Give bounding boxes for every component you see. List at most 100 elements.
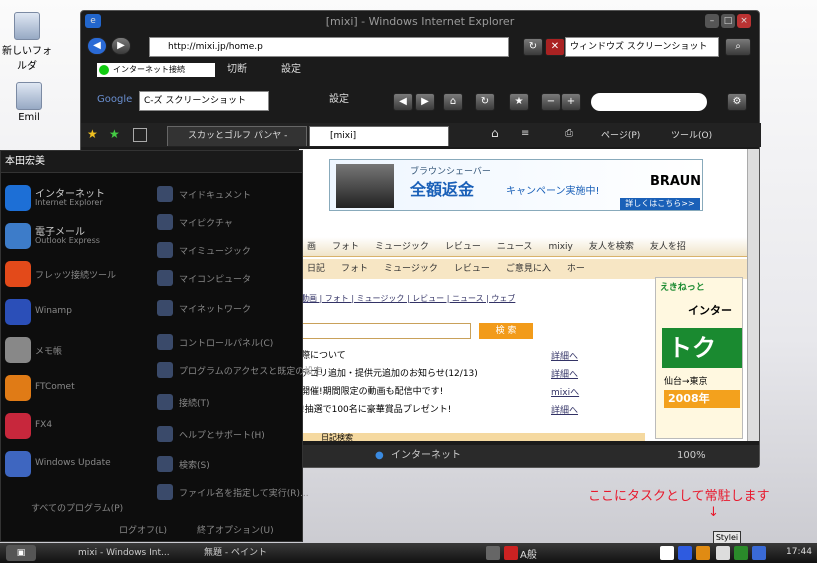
start-menu-item[interactable]: FTComet <box>5 371 153 405</box>
keyboard-icon[interactable] <box>486 546 500 560</box>
start-menu-place[interactable]: マイピクチャ <box>155 211 301 235</box>
favorites-star-icon[interactable]: ★ <box>87 127 98 141</box>
nav-item[interactable]: レビュー <box>437 237 489 257</box>
tray-icon[interactable] <box>696 546 710 560</box>
start-menu-place[interactable]: 接続(T) <box>155 391 301 415</box>
detail-link[interactable]: 詳細へ <box>551 367 578 380</box>
print-icon[interactable]: ⎙ <box>565 128 573 139</box>
nav-item[interactable]: 友人を検索 <box>581 237 642 257</box>
tray-icon[interactable] <box>734 546 748 560</box>
start-menu-place[interactable]: プログラムのアクセスと既定の設定 <box>155 359 322 383</box>
stop-button[interactable]: ✕ <box>545 38 565 56</box>
nav-item[interactable]: フォト <box>324 237 367 257</box>
braun-banner[interactable]: ブラウンシェーバー 全額返金 キャンペーン実施中! BRAUN 詳しくはこちら>… <box>329 159 703 211</box>
ekinet-ad[interactable]: えきねっと インター トク 仙台→東京 2008年 <box>655 277 743 439</box>
tab-golf[interactable]: スカッとゴルフ パンヤ - ハ... <box>167 126 307 160</box>
address-bar[interactable]: http://mixi.jp/home.p <box>149 37 509 57</box>
connection-status[interactable]: インターネット接続 <box>97 63 215 77</box>
nav-item[interactable]: レビュー <box>446 259 498 279</box>
shutdown-button[interactable]: 終了オプション(U) <box>197 523 274 536</box>
quick-tabs-icon[interactable] <box>133 128 147 142</box>
detail-link[interactable]: 詳細へ <box>551 403 578 416</box>
start-menu-place[interactable]: ファイル名を指定して実行(R)... <box>155 481 309 505</box>
mixi-search-button[interactable]: 検 索 <box>479 323 533 339</box>
tools-menu[interactable]: ツール(O) <box>671 128 712 141</box>
start-menu-item[interactable]: フレッツ接続ツール <box>5 257 153 291</box>
maximize-button[interactable]: □ <box>721 14 735 28</box>
forward-button[interactable]: ▶ <box>111 37 131 55</box>
page-menu[interactable]: ページ(P) <box>601 128 640 141</box>
stylei-tray-icon[interactable] <box>716 546 730 560</box>
nav-item[interactable]: ミュージック <box>367 237 437 257</box>
home-icon[interactable]: ⌂ <box>491 126 499 140</box>
close-button[interactable]: × <box>737 14 751 28</box>
zoom-out-icon[interactable]: − <box>541 93 561 111</box>
start-menu-item[interactable]: Windows Update <box>5 447 153 481</box>
nav-item[interactable]: ご意見に入 <box>498 259 559 279</box>
search-icon[interactable]: ⌕ <box>725 38 751 56</box>
start-menu-place[interactable]: マイミュージック <box>155 239 301 263</box>
detail-link[interactable]: mixiへ <box>551 385 579 398</box>
nav-item[interactable]: ホー <box>559 259 593 279</box>
feed-icon[interactable]: ≡ <box>521 128 529 139</box>
vertical-scrollbar[interactable] <box>747 149 759 441</box>
favorite-star-icon[interactable]: ★ <box>509 93 529 111</box>
nav-back-icon[interactable]: ◀ <box>393 93 413 111</box>
nav-item[interactable]: ニュース <box>489 237 541 257</box>
nav-item[interactable]: 日記 <box>299 259 333 279</box>
reload-icon[interactable]: ↻ <box>475 93 495 111</box>
start-button[interactable]: ▣ <box>6 545 36 561</box>
toolbar-gear-icon[interactable]: ⚙ <box>727 93 747 111</box>
list-item: テゴリ追加・提供元追加のお知らせ(12/13) <box>301 369 478 379</box>
logoff-button[interactable]: ログオフ(L) <box>119 523 167 536</box>
all-programs-button[interactable]: すべてのプログラム(P) <box>31 501 123 514</box>
start-menu-place-label: プログラムのアクセスと既定の設定 <box>179 367 323 377</box>
minimize-button[interactable]: – <box>705 14 719 28</box>
search-category-links[interactable]: 動画 | フォト | ミュージック | レビュー | ニュース | ウェブ <box>301 293 515 304</box>
start-menu-item[interactable]: FX4 <box>5 409 153 443</box>
disconnect-link[interactable]: 切断 <box>227 61 247 79</box>
back-button[interactable]: ◀ <box>87 37 107 55</box>
tray-app-icon[interactable] <box>504 546 518 560</box>
banner-link[interactable]: 詳しくはこちら>> <box>620 198 700 210</box>
start-menu-place[interactable]: マイドキュメント <box>155 183 301 207</box>
nav-item[interactable]: mixiy <box>540 237 580 257</box>
start-menu-place[interactable]: ヘルプとサポート(H) <box>155 423 301 447</box>
braun-logo: BRAUN <box>650 174 702 189</box>
start-menu-item[interactable]: インターネット Internet Explorer <box>5 181 153 215</box>
nav-item[interactable]: 友人を招 <box>642 237 694 257</box>
google-search-input[interactable]: C-ズ スクリーンショット <box>139 91 269 111</box>
tray-icon[interactable] <box>678 546 692 560</box>
home-icon[interactable]: ⌂ <box>443 93 463 111</box>
tray-icon[interactable] <box>752 546 766 560</box>
zoom-in-icon[interactable]: + <box>561 93 581 111</box>
start-menu-item[interactable]: 電子メール Outlook Express <box>5 219 153 253</box>
detail-link[interactable]: 詳細へ <box>551 349 578 362</box>
toolbar-search-field[interactable] <box>591 93 707 111</box>
taskbar-item-paint[interactable]: 無題 - ペイント <box>186 545 267 561</box>
desktop-icon-new-folder[interactable]: 新しいフォルダ <box>2 12 52 72</box>
tab-mixi[interactable]: [mixi] <box>309 126 449 146</box>
refresh-button[interactable]: ↻ <box>523 38 543 56</box>
tray-icon[interactable] <box>660 546 674 560</box>
desktop-icon-emil[interactable]: Emil <box>4 82 54 123</box>
search-input[interactable]: ウィンドウズ スクリーンショット <box>565 37 719 57</box>
settings-link[interactable]: 設定 <box>281 61 301 79</box>
taskbar-item-ie[interactable]: mixi - Windows Int... <box>60 545 170 561</box>
start-menu-place[interactable]: マイコンピュータ <box>155 267 301 291</box>
ime-indicator[interactable]: A般 <box>520 546 537 561</box>
start-menu-item[interactable]: メモ帳 <box>5 333 153 367</box>
add-favorite-icon[interactable]: ★ <box>109 127 120 141</box>
mixi-search-input[interactable] <box>301 323 471 339</box>
nav-forward-icon[interactable]: ▶ <box>415 93 435 111</box>
nav-item[interactable]: フォト <box>333 259 376 279</box>
start-menu-place[interactable]: マイネットワーク <box>155 297 301 321</box>
zoom-level[interactable]: 100% <box>677 445 706 467</box>
ie-logo-icon: e <box>85 14 101 28</box>
start-menu-place[interactable]: 検索(S) <box>155 453 301 477</box>
google-settings[interactable]: 設定 <box>329 91 349 109</box>
nav-item[interactable]: ミュージック <box>376 259 446 279</box>
start-menu-place[interactable]: コントロールパネル(C) <box>155 331 301 355</box>
desktop-icon-label: Emil <box>18 112 40 123</box>
start-menu-item[interactable]: Winamp <box>5 295 153 329</box>
